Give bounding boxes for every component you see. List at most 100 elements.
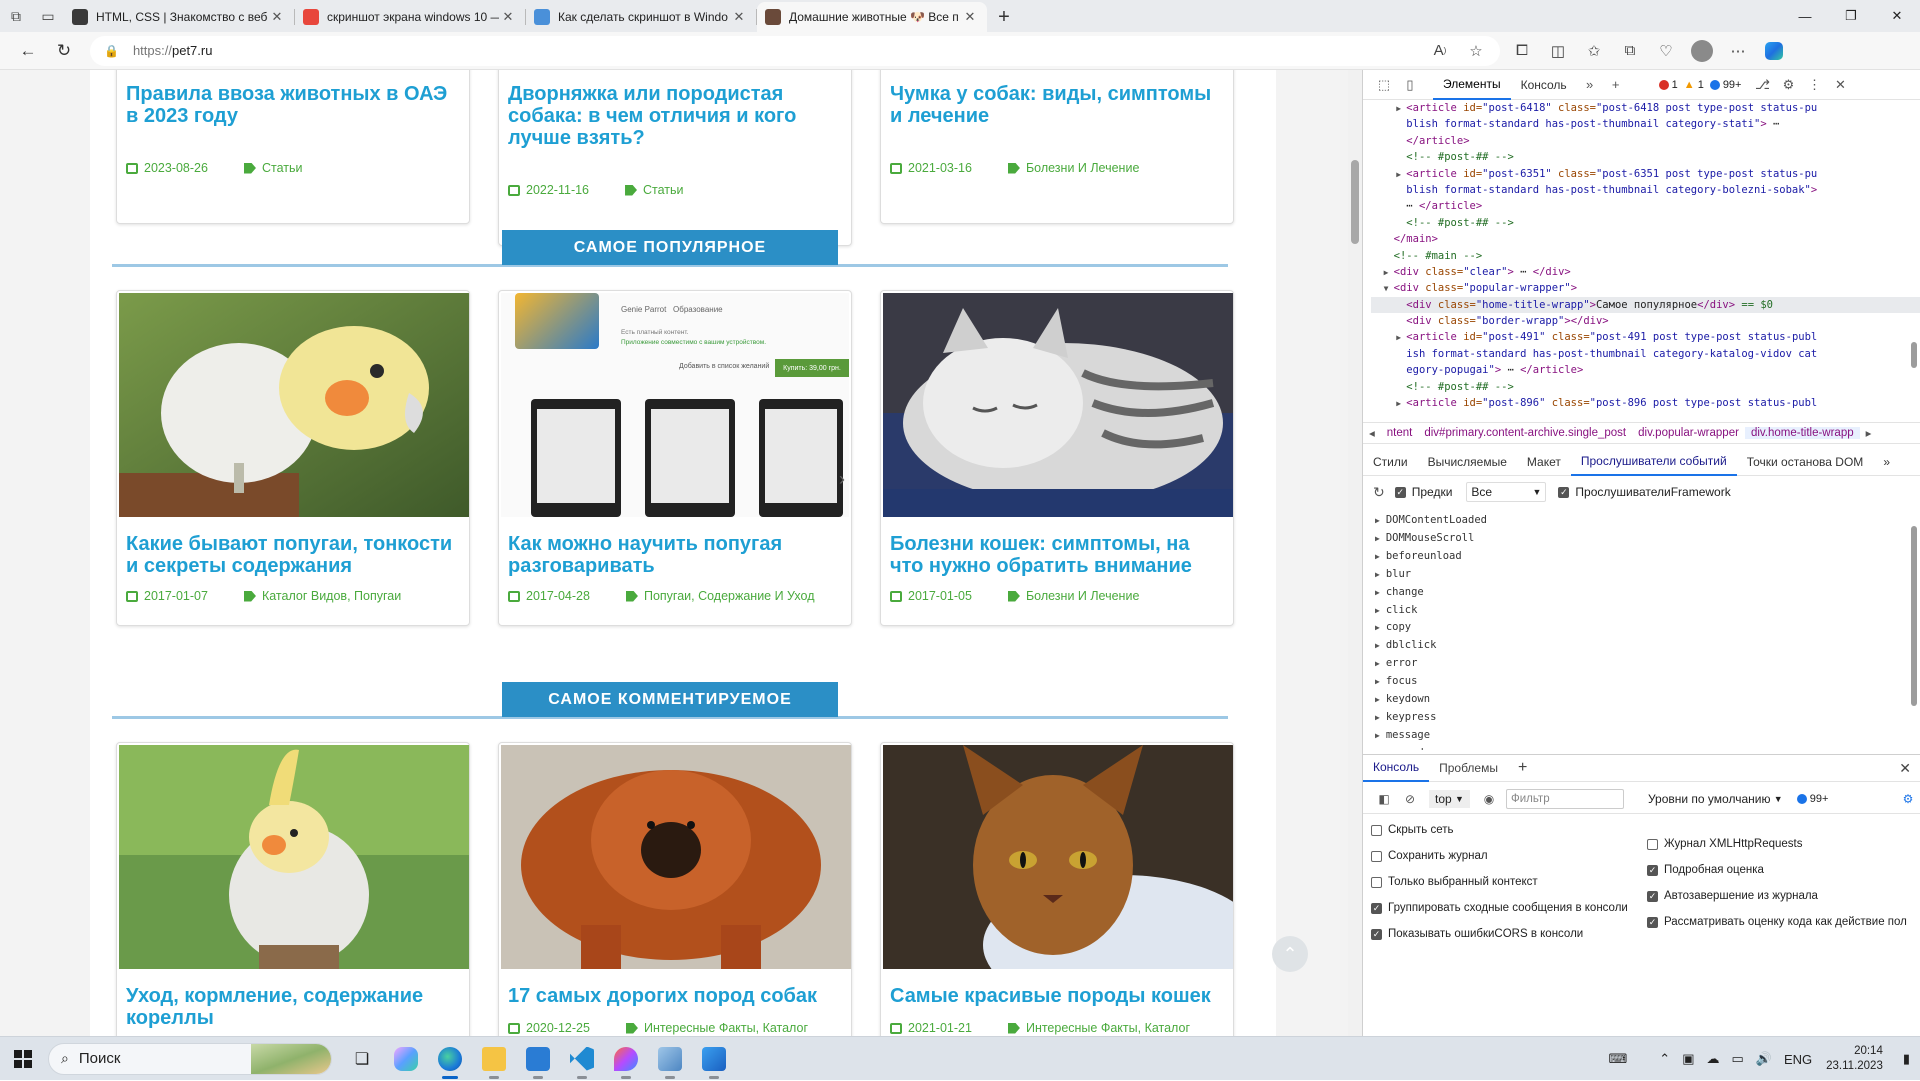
onedrive-icon[interactable]: ☁ xyxy=(1700,1051,1725,1067)
dom-node[interactable]: blish format-standard has-post-thumbnail… xyxy=(1371,182,1920,198)
post-title[interactable]: Чумка у собак: виды, симптомы и лечение xyxy=(890,83,1225,127)
mail-taskbar-icon[interactable] xyxy=(516,1037,560,1081)
event-list-scrollbar[interactable] xyxy=(1910,512,1918,748)
tab-dom-breakpoints[interactable]: Точки останова DOM xyxy=(1737,448,1874,476)
connection-icon[interactable]: ⎇ xyxy=(1749,77,1775,93)
error-count-badge[interactable]: 1 xyxy=(1658,79,1678,91)
post-tags[interactable]: Попугаи, Содержание И Уход xyxy=(644,589,815,603)
breadcrumb-item[interactable]: ntent xyxy=(1381,427,1419,439)
dom-expand-icon[interactable]: ▶ xyxy=(1396,330,1406,346)
browser-tab[interactable]: Как сделать скриншот в Windo ✕ xyxy=(526,2,756,32)
browser-tab[interactable]: HTML, CSS | Знакомство с веб-т ✕ xyxy=(64,2,294,32)
dom-node[interactable]: ▶ <article id="post-6351" class="post-635… xyxy=(1371,166,1920,182)
add-tab-icon[interactable]: + xyxy=(1603,77,1629,92)
event-listener-item[interactable]: ▶ change xyxy=(1375,584,1920,602)
breadcrumb-right-icon[interactable]: ▸ xyxy=(1860,426,1878,440)
post-title[interactable]: Как можно научить попугая разговаривать xyxy=(508,533,843,577)
console-setting-option[interactable]: Сохранить журнал xyxy=(1371,850,1488,862)
event-listener-item[interactable]: ▶ DOMContentLoaded xyxy=(1375,512,1920,530)
console-setting-option[interactable]: Журнал XMLHttpRequests xyxy=(1647,838,1802,850)
post-title[interactable]: Уход, кормление, содержание кореллы xyxy=(126,985,461,1029)
kebab-menu-icon[interactable]: ⋮ xyxy=(1801,77,1827,93)
cockatiel-photo[interactable] xyxy=(119,293,469,517)
close-window-icon[interactable]: ✕ xyxy=(1874,0,1920,32)
dom-node[interactable]: <div class="border-wrapp"></div> xyxy=(1371,313,1920,329)
dom-node[interactable]: <!-- #post-## --> xyxy=(1371,215,1920,231)
back-icon[interactable]: ← xyxy=(10,35,46,67)
expand-arrow-icon[interactable]: ▶ xyxy=(1375,530,1380,548)
scroll-to-top-button[interactable]: ⌃ xyxy=(1272,936,1308,972)
add-drawer-tab-icon[interactable]: + xyxy=(1508,755,1537,782)
clock[interactable]: 20:14 23.11.2023 xyxy=(1818,1044,1893,1074)
expand-arrow-icon[interactable]: ▶ xyxy=(1375,602,1380,620)
clear-console-icon[interactable]: ⊘ xyxy=(1397,792,1423,806)
event-listener-item[interactable]: ▶ beforeunload xyxy=(1375,548,1920,566)
favorites-icon[interactable]: ✩ xyxy=(1576,36,1612,66)
volume-icon[interactable]: 🔊 xyxy=(1750,1051,1778,1067)
edge-taskbar-icon[interactable] xyxy=(428,1037,472,1081)
new-tab-button[interactable]: + xyxy=(987,2,1021,32)
event-listener-item[interactable]: ▶ DOMMouseScroll xyxy=(1375,530,1920,548)
listener-filter-select[interactable]: Все ▼ xyxy=(1466,482,1547,502)
tab-styles[interactable]: Стили xyxy=(1363,448,1418,476)
show-hidden-icons-icon[interactable]: ⌃ xyxy=(1653,1051,1676,1067)
kitten-photo[interactable] xyxy=(883,293,1233,517)
vertical-tabs-icon[interactable]: ▭ xyxy=(32,0,64,32)
dom-node[interactable]: ▶ <article id="post-6418" class="post-641… xyxy=(1371,100,1920,116)
dom-node[interactable]: <!-- #post-## --> xyxy=(1371,149,1920,165)
breadcrumb-item-selected[interactable]: div.home-title-wrapp xyxy=(1744,427,1860,439)
event-listener-list[interactable]: ▶ DOMContentLoaded ▶ DOMMouseScroll ▶ beforeu… xyxy=(1363,512,1920,750)
browser-tab[interactable]: скриншот экрана windows 10 — ✕ xyxy=(295,2,525,32)
restore-icon[interactable]: ❐ xyxy=(1828,0,1874,32)
tab-console[interactable]: Консоль xyxy=(1511,70,1577,100)
copilot-icon[interactable] xyxy=(1756,36,1792,66)
page-scrollbar-thumb[interactable] xyxy=(1351,160,1359,244)
close-tab-icon[interactable]: ✕ xyxy=(730,9,748,25)
tab-layout[interactable]: Макет xyxy=(1517,448,1571,476)
read-aloud-icon[interactable]: A) xyxy=(1422,36,1458,66)
inspect-icon[interactable]: ⬚ xyxy=(1371,77,1397,93)
event-listener-item[interactable]: ▶ keypress xyxy=(1375,709,1920,727)
keyboard-icon[interactable]: ⌨ xyxy=(1603,1051,1634,1067)
event-listener-item[interactable]: ▶ message xyxy=(1375,727,1920,745)
dom-expand-icon[interactable]: ▶ xyxy=(1384,265,1394,281)
dom-scrollbar[interactable] xyxy=(1910,112,1918,412)
live-expression-eye-icon[interactable]: ◉ xyxy=(1476,792,1502,806)
event-listener-item[interactable]: ▶ blur xyxy=(1375,566,1920,584)
console-setting-option[interactable]: ✓ Автозавершение из журнала xyxy=(1647,890,1818,902)
dom-tree[interactable]: ▶ <article id="post-6418" class="post-641… xyxy=(1363,100,1920,410)
post-card[interactable]: 17 самых дорогих пород собак 2020-12-25 … xyxy=(498,742,852,1036)
extensions-icon[interactable]: ⧠ xyxy=(1504,36,1540,66)
drawer-tab-console[interactable]: Консоль xyxy=(1363,755,1430,782)
setting-checkbox[interactable]: ✓ xyxy=(1371,902,1382,914)
post-tags[interactable]: Каталог Видов, Попугаи xyxy=(262,589,401,603)
post-tags[interactable]: Интересные Факты, Каталог xyxy=(644,1021,808,1035)
drawer-tab-issues[interactable]: Проблемы xyxy=(1429,755,1508,782)
dom-expand-icon[interactable]: ▶ xyxy=(1396,167,1406,183)
dom-node[interactable]: ish format-standard has-post-thumbnail c… xyxy=(1371,346,1920,362)
console-settings-icon[interactable]: ⚙ xyxy=(1895,792,1920,806)
console-setting-option[interactable]: ✓ Группировать сходные сообщения в консол… xyxy=(1371,902,1628,914)
more-subtabs-icon[interactable]: » xyxy=(1873,448,1900,476)
post-card[interactable]: Уход, кормление, содержание кореллы xyxy=(116,742,470,1036)
breadcrumb-item[interactable]: div#primary.content-archive.single_post xyxy=(1418,427,1632,439)
setting-checkbox[interactable] xyxy=(1371,850,1382,862)
event-listener-item[interactable]: ▶ click xyxy=(1375,602,1920,620)
windows-start-icon[interactable] xyxy=(0,1037,46,1081)
console-setting-option[interactable]: Только выбранный контекст xyxy=(1371,876,1538,888)
event-listener-item[interactable]: ▶ focus xyxy=(1375,673,1920,691)
abyssinian-cat-photo[interactable] xyxy=(883,745,1233,1015)
post-title[interactable]: 17 самых дорогих пород собак xyxy=(508,985,843,1007)
setting-checkbox[interactable]: ✓ xyxy=(1647,916,1658,928)
tab-elements[interactable]: Элементы xyxy=(1433,70,1511,100)
expand-arrow-icon[interactable]: ▶ xyxy=(1375,619,1380,637)
lock-icon[interactable]: 🔒 xyxy=(104,44,119,58)
console-setting-option[interactable]: ✓ Рассматривать оценку кода как действие … xyxy=(1647,916,1907,928)
camera-icon[interactable]: ▣ xyxy=(1676,1051,1700,1067)
event-listener-item[interactable]: ▶ error xyxy=(1375,655,1920,673)
console-setting-option[interactable]: Скрыть сеть xyxy=(1371,824,1453,836)
close-devtools-icon[interactable]: ✕ xyxy=(1827,77,1853,93)
event-listener-item[interactable]: ▶ keydown xyxy=(1375,691,1920,709)
expand-arrow-icon[interactable]: ▶ xyxy=(1375,745,1380,750)
console-filter-input[interactable]: Фильтр xyxy=(1505,788,1624,809)
